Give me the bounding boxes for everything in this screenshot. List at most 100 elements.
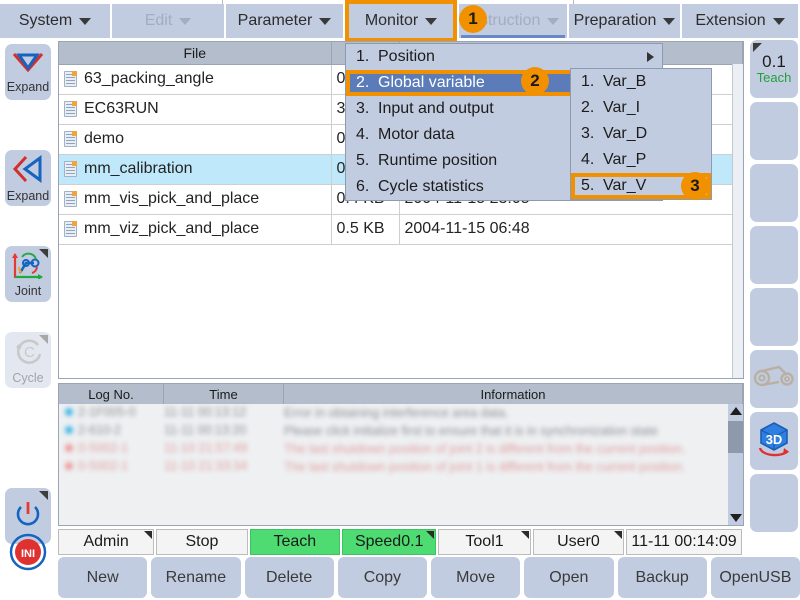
status-speed0-1[interactable]: Speed0.1 — [342, 529, 436, 555]
log-number: 0-5002-1 — [78, 459, 128, 473]
right-rail-speed-teach[interactable]: 0.1Teach — [750, 40, 798, 98]
log-info: Please click initialize first to ensure … — [284, 423, 743, 439]
status-11-11-00-14-09[interactable]: 11-11 00:14:09 — [626, 529, 742, 555]
status-user0[interactable]: User0 — [533, 529, 624, 555]
left-rail-ini[interactable]: INI — [5, 528, 51, 580]
variable-menu-item-var_p[interactable]: 4.Var_P — [571, 147, 711, 173]
right-rail-blank[interactable] — [750, 226, 798, 284]
log-scrollbar[interactable] — [728, 404, 743, 525]
chevron-down-icon — [79, 18, 91, 25]
menu-parameter[interactable]: Parameter — [226, 4, 345, 38]
right-rail-blank[interactable] — [750, 102, 798, 160]
status-admin[interactable]: Admin — [58, 529, 154, 555]
menu-extension[interactable]: Extension — [682, 4, 800, 38]
variable-menu-item-var_d[interactable]: 3.Var_D — [571, 121, 711, 147]
item-number: 3. — [356, 100, 378, 118]
table-row[interactable]: mm_viz_pick_and_place0.5 KB2004-11-15 06… — [59, 214, 743, 244]
right-rail-3d-view[interactable]: 3D — [750, 412, 798, 470]
file-name-text: EC63RUN — [84, 100, 159, 118]
dropdown-corner-icon — [521, 531, 529, 539]
openusb-button[interactable]: OpenUSB — [711, 557, 800, 598]
log-number: 0-5002-1 — [78, 441, 128, 455]
item-number: 5. — [581, 177, 603, 195]
button-label: Open — [549, 569, 588, 587]
chevron-down-icon — [773, 18, 785, 25]
log-row[interactable]: 2-1F005-011-11 00:13:12Error in obtainin… — [59, 404, 743, 422]
file-name-cell[interactable]: 63_packing_angle — [59, 64, 331, 94]
left-rail-joint-robot[interactable]: Joint — [5, 246, 51, 302]
item-number: 1. — [356, 48, 378, 66]
log-row[interactable]: 0-5002-111-10 21:33:34The last shutdown … — [59, 458, 743, 476]
scroll-down-icon[interactable] — [730, 514, 742, 522]
log-info: Error in obtaining interference area dat… — [284, 405, 743, 421]
right-rail-blank[interactable] — [750, 474, 798, 532]
status-tool1[interactable]: Tool1 — [438, 529, 530, 555]
item-label: Var_P — [603, 151, 703, 169]
delete-button[interactable]: Delete — [245, 557, 334, 598]
item-label: Var_B — [603, 73, 703, 91]
left-rail-expand-left[interactable]: Expand — [5, 150, 51, 206]
item-label: Var_D — [603, 125, 703, 143]
button-label: Delete — [266, 569, 312, 587]
file-name-cell[interactable]: mm_calibration — [59, 154, 331, 184]
right-rail-robot-arm[interactable] — [750, 350, 798, 408]
variable-menu-item-var_i[interactable]: 2.Var_I — [571, 95, 711, 121]
left-rail-label: Cycle — [12, 372, 43, 385]
status-stop[interactable]: Stop — [156, 529, 247, 555]
button-label: New — [87, 569, 119, 587]
open-button[interactable]: Open — [524, 557, 613, 598]
button-label: OpenUSB — [719, 569, 791, 587]
file-name-cell[interactable]: mm_viz_pick_and_place — [59, 214, 331, 244]
status-label: Teach — [274, 533, 317, 551]
dropdown-corner-icon — [426, 531, 434, 539]
menu-preparation[interactable]: Preparation — [569, 4, 682, 38]
robot-arm-icon — [753, 362, 795, 397]
status-label: Admin — [83, 533, 128, 551]
left-rail-cycle[interactable]: CCycle — [5, 332, 51, 388]
new-button[interactable]: New — [58, 557, 147, 598]
ini-icon: INI — [8, 532, 48, 577]
log-column-no: Log No. — [59, 384, 164, 404]
file-list-scrollbar[interactable] — [732, 64, 743, 378]
scroll-up-icon[interactable] — [730, 407, 742, 415]
chevron-down-icon — [547, 18, 559, 25]
callout-badge-1: 1 — [459, 5, 487, 33]
log-row[interactable]: 2-610-211-11 00:13:20Please click initia… — [59, 422, 743, 440]
scrollbar-thumb[interactable] — [728, 421, 743, 453]
status-label: Tool1 — [465, 533, 503, 551]
left-rail-label: Joint — [15, 285, 41, 298]
backup-button[interactable]: Backup — [618, 557, 707, 598]
submenu-corner-icon — [39, 491, 48, 500]
status-teach[interactable]: Teach — [250, 529, 340, 555]
log-number: 2-1F005-0 — [78, 405, 136, 419]
menu-edit: Edit — [112, 4, 226, 38]
log-column-time: Time — [164, 384, 284, 404]
copy-button[interactable]: Copy — [338, 557, 427, 598]
rename-button[interactable]: Rename — [151, 557, 240, 598]
file-name-cell[interactable]: mm_vis_pick_and_place — [59, 184, 331, 214]
right-rail-blank[interactable] — [750, 164, 798, 222]
menu-monitor[interactable]: Monitor — [345, 4, 459, 38]
move-button[interactable]: Move — [431, 557, 520, 598]
variable-menu-item-var_b[interactable]: 1.Var_B — [571, 69, 711, 95]
button-label: Move — [456, 569, 495, 587]
status-label: Speed0.1 — [355, 533, 424, 551]
column-header-file[interactable]: File — [59, 42, 331, 64]
file-date-cell: 2004-11-15 06:48 — [399, 214, 743, 244]
item-number: 4. — [581, 151, 603, 169]
left-rail-expand-down[interactable]: Expand — [5, 44, 51, 100]
log-time: 11-10 21:33:34 — [164, 459, 284, 475]
file-name-cell[interactable]: EC63RUN — [59, 94, 331, 124]
right-rail-blank[interactable] — [750, 288, 798, 346]
menu-system[interactable]: System — [0, 4, 112, 38]
document-icon — [64, 71, 77, 87]
log-row[interactable]: 0-5002-111-10 21:57:49The last shutdown … — [59, 440, 743, 458]
expand-down-icon — [11, 51, 45, 80]
file-name-cell[interactable]: demo — [59, 124, 331, 154]
monitor-menu-item-position[interactable]: 1.Position — [346, 44, 662, 70]
item-number: 2. — [356, 74, 378, 92]
left-rail-label: Expand — [7, 190, 49, 203]
file-name-text: demo — [84, 130, 124, 148]
expand-left-icon — [12, 154, 44, 189]
left-rail-label: Expand — [7, 81, 49, 94]
